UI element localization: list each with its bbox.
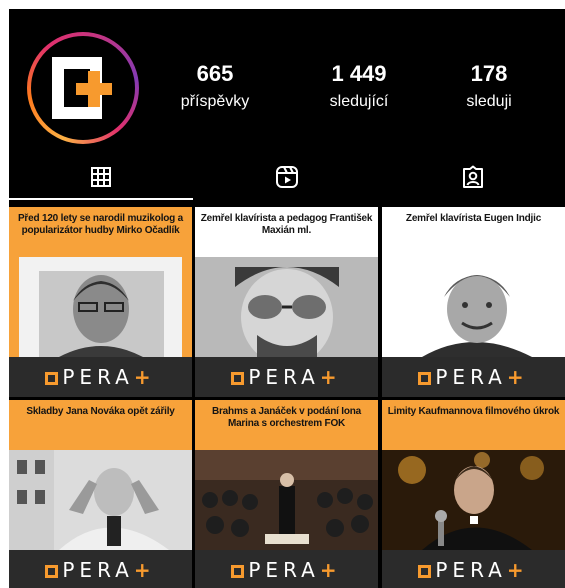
grid-post[interactable]: Zemřel klavírista a pedagog František Ma…: [195, 207, 378, 397]
profile-page: 665 příspěvky 1 449 sledující 178 sleduj…: [9, 9, 565, 588]
post-caption-band: Zemřel klavírista Eugen Indjic: [382, 207, 565, 262]
post-photo: [195, 257, 378, 357]
post-brand-band: PERA+: [9, 550, 192, 588]
followers-count[interactable]: 1 449 sledující: [299, 61, 419, 113]
following-count-label: sleduji: [466, 93, 512, 110]
opera-plus-brand: PERA+: [231, 365, 341, 389]
posts-count-label: příspěvky: [180, 93, 250, 110]
grid-icon: [91, 167, 111, 187]
post-brand-band: PERA+: [9, 357, 192, 397]
post-brand-band: PERA+: [382, 550, 565, 588]
post-caption-band: Skladby Jana Nováka opět zářily: [9, 400, 192, 455]
opera-box-icon: [45, 372, 59, 385]
followers-count-label: sledující: [329, 93, 389, 110]
opera-plus-brand: PERA+: [45, 365, 155, 389]
grid-post[interactable]: Zemřel klavírista Eugen Indjic PERA+: [382, 207, 565, 397]
following-count[interactable]: 178 sleduji: [429, 61, 549, 113]
grid-post[interactable]: Limity Kaufmannova filmového úkrok PERA+: [382, 400, 565, 588]
post-caption-band: Zemřel klavírista a pedagog František Ma…: [195, 207, 378, 262]
post-photo: [195, 450, 378, 550]
opera-plus-logo-icon: [52, 57, 112, 119]
post-caption: Skladby Jana Nováka opět zářily: [26, 406, 175, 417]
grid-post[interactable]: Skladby Jana Nováka opět zářily PERA+: [9, 400, 192, 588]
post-caption: Limity Kaufmannova filmového úkrok: [387, 406, 560, 417]
followers-count-value: 1 449: [331, 61, 387, 86]
tab-tagged[interactable]: [381, 154, 565, 200]
post-photo: [9, 257, 192, 357]
post-caption-band: Před 120 lety se narodil muzikolog a pop…: [9, 207, 192, 262]
post-caption: Před 120 lety se narodil muzikolog a pop…: [17, 213, 184, 236]
opera-box-icon: [418, 565, 432, 578]
opera-box-icon: [231, 372, 245, 385]
post-brand-band: PERA+: [195, 357, 378, 397]
post-caption-band: Limity Kaufmannova filmového úkrok: [382, 400, 565, 455]
post-caption: Brahms a Janáček v podání Iona Marina s …: [211, 406, 362, 429]
post-photo: [9, 450, 192, 550]
profile-avatar[interactable]: [27, 32, 139, 144]
avatar: [31, 36, 135, 140]
posts-count-value: 665: [196, 61, 234, 86]
post-brand-band: PERA+: [195, 550, 378, 588]
grid-post[interactable]: Před 120 lety se narodil muzikolog a pop…: [9, 207, 192, 397]
post-caption: Zemřel klavírista a pedagog František Ma…: [200, 213, 373, 236]
post-brand-band: PERA+: [382, 357, 565, 397]
opera-box-icon: [418, 372, 432, 385]
opera-box-icon: [231, 565, 245, 578]
post-caption: Zemřel klavírista Eugen Indjic: [405, 213, 542, 224]
opera-plus-brand: PERA+: [231, 558, 341, 582]
profile-tabs: [9, 154, 565, 200]
post-photo: [382, 450, 565, 550]
opera-plus-brand: PERA+: [418, 558, 528, 582]
post-caption-band: Brahms a Janáček v podání Iona Marina s …: [195, 400, 378, 455]
tab-reels[interactable]: [195, 154, 379, 200]
opera-box-icon: [45, 565, 59, 578]
opera-plus-brand: PERA+: [418, 365, 528, 389]
tab-posts-grid[interactable]: [9, 154, 193, 200]
opera-plus-brand: PERA+: [45, 558, 155, 582]
posts-count[interactable]: 665 příspěvky: [155, 61, 275, 113]
post-photo: [382, 257, 565, 357]
following-count-value: 178: [470, 61, 508, 86]
tagged-icon: [463, 165, 483, 188]
reels-icon: [276, 166, 298, 188]
grid-post[interactable]: Brahms a Janáček v podání Iona Marina s …: [195, 400, 378, 588]
